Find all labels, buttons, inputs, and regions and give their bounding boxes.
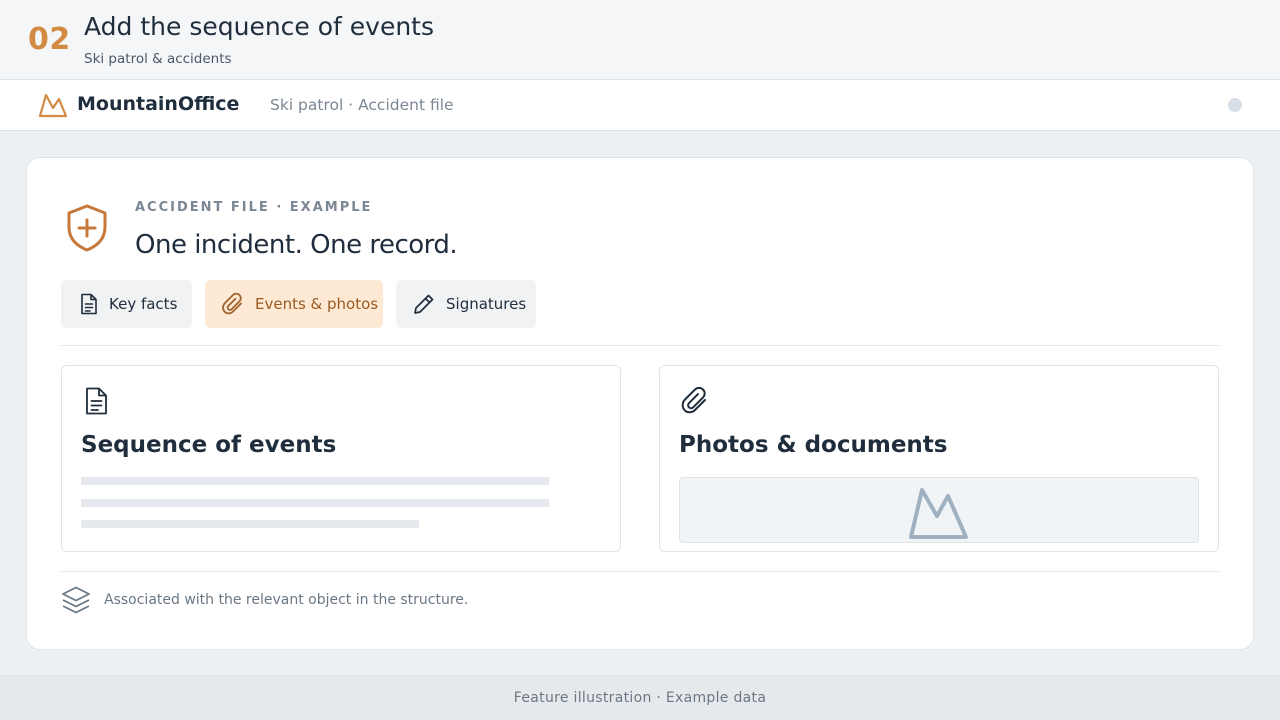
- step-subtitle: Ski patrol & accidents: [84, 51, 232, 67]
- step-number: 02: [28, 22, 71, 57]
- tab-key-facts[interactable]: Key facts: [61, 280, 192, 328]
- document-icon: [86, 387, 107, 415]
- card-headline: One incident. One record.: [135, 230, 458, 260]
- photo-thumbnail[interactable]: [679, 477, 1199, 543]
- photos-documents-panel[interactable]: Photos & documents: [659, 365, 1219, 552]
- tab-label: Signatures: [446, 295, 527, 313]
- document-icon: [81, 293, 97, 315]
- sequence-of-events-panel[interactable]: Sequence of events: [61, 365, 621, 552]
- page-footer: Feature illustration · Example data: [0, 675, 1280, 720]
- text-placeholder-line: [81, 477, 549, 485]
- tab-signatures[interactable]: Signatures: [396, 280, 536, 328]
- brand-name[interactable]: MountainOffice: [77, 93, 239, 115]
- tab-label: Events & photos: [255, 295, 379, 313]
- footer-caption: Feature illustration · Example data: [513, 690, 767, 706]
- paperclip-icon: [222, 292, 242, 315]
- tab-label: Key facts: [109, 295, 178, 313]
- structure-footnote: Associated with the relevant object in t…: [104, 592, 469, 608]
- text-placeholder-line: [81, 520, 419, 528]
- pen-icon: [414, 294, 434, 314]
- text-placeholder-line: [81, 499, 549, 507]
- tab-events-photos[interactable]: Events & photos: [205, 280, 383, 328]
- panel-title: Photos & documents: [679, 432, 948, 458]
- paperclip-icon: [681, 386, 706, 414]
- mountain-icon[interactable]: [38, 92, 68, 118]
- shield-plus-icon: [67, 204, 107, 252]
- accident-file-card: ACCIDENT FILE · EXAMPLE One incident. On…: [26, 157, 1254, 650]
- app-navbar: MountainOffice Ski patrol · Accident fil…: [0, 80, 1280, 131]
- divider: [61, 571, 1219, 572]
- step-header: 02 Add the sequence of events Ski patrol…: [0, 0, 1280, 80]
- breadcrumb: Ski patrol · Accident file: [270, 96, 454, 114]
- divider: [61, 345, 1219, 346]
- step-title: Add the sequence of events: [84, 12, 435, 41]
- panel-title: Sequence of events: [81, 432, 337, 458]
- mountain-image-icon: [909, 488, 968, 539]
- layers-icon: [62, 586, 90, 614]
- card-eyebrow: ACCIDENT FILE · EXAMPLE: [135, 200, 373, 215]
- user-avatar[interactable]: [1228, 98, 1242, 112]
